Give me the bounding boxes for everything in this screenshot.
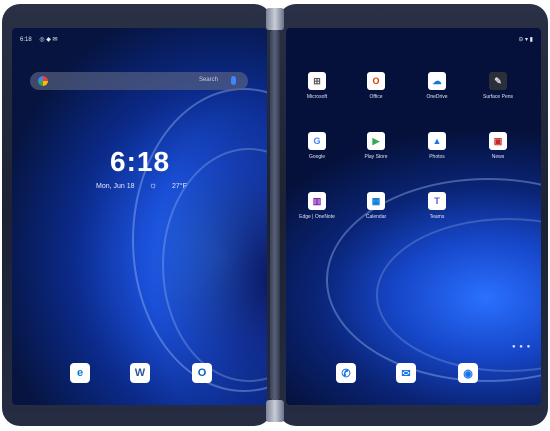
news-icon: ▣ — [489, 132, 507, 150]
hinge-top-knob — [266, 8, 284, 30]
app-calendar[interactable]: ▦ Calendar — [352, 192, 400, 220]
search-placeholder: Search — [198, 77, 218, 83]
sun-weather-icon: ☼ — [149, 180, 158, 190]
photos-glyph: ▲ — [432, 136, 442, 146]
app-surface-pens[interactable]: ✎ Surface Pens — [474, 72, 522, 100]
app-play-store[interactable]: ▶ Play Store — [352, 132, 400, 160]
hinge-bar — [270, 30, 280, 400]
microsoft-glyph: ⊞ — [313, 75, 321, 86]
teams-glyph: T — [434, 196, 440, 206]
edge-glyph: e — [76, 367, 84, 379]
app-google-folder[interactable]: G Google — [293, 132, 341, 160]
news-glyph: ▣ — [493, 135, 503, 146]
app-pair-glyph: ▥ — [312, 195, 322, 206]
surface-pens-icon: ✎ — [489, 72, 507, 90]
calendar-icon: ▦ — [367, 192, 385, 210]
messages-app-icon[interactable]: ✉ — [396, 363, 416, 383]
status-bar-right: ⊝ ▾ ▮ — [518, 36, 533, 43]
google-folder-icon: G — [308, 132, 326, 150]
app-teams[interactable]: T Teams — [413, 192, 461, 220]
system-status-icons: ⊝ ▾ ▮ — [518, 37, 533, 43]
phone-app-icon[interactable]: ✆ — [336, 363, 356, 383]
microsoft-folder-icon: ⊞ — [308, 72, 326, 90]
status-bar-left: 6:18 ◎ ◆ ✉ — [20, 36, 58, 43]
play-store-icon: ▶ — [367, 132, 385, 150]
app-label: Google — [308, 154, 326, 160]
word-app-icon[interactable]: W — [130, 363, 150, 383]
messages-glyph: ✉ — [401, 367, 411, 380]
mic-icon[interactable] — [231, 76, 236, 85]
right-screen: ⊝ ▾ ▮ ⊞ Microsoft O Office ☁ OneDrive ✎ … — [286, 28, 541, 405]
app-label: Edge | OneNote — [299, 214, 335, 220]
google-search-bar[interactable]: Search — [30, 72, 248, 90]
page-indicator[interactable]: ● ● ● — [512, 344, 531, 350]
app-label: Office — [369, 94, 383, 100]
play-store-glyph: ▶ — [372, 135, 380, 146]
app-photos[interactable]: ▲ Photos — [413, 132, 461, 160]
outlook-app-icon[interactable]: O — [192, 363, 212, 383]
app-label: Play Store — [364, 154, 388, 160]
notification-icons: ◎ ◆ ✉ — [39, 37, 58, 43]
app-label: Surface Pens — [482, 94, 514, 100]
surface-duo-device: 6:18 ◎ ◆ ✉ Search 6:18 Mon, Jun 18 ☼ 27°… — [0, 0, 550, 431]
hinge-bottom-knob — [266, 400, 284, 422]
onedrive-glyph: ☁ — [432, 75, 442, 86]
outlook-glyph: O — [197, 367, 207, 379]
surface-pens-glyph: ✎ — [494, 75, 502, 86]
app-news[interactable]: ▣ News — [474, 132, 522, 160]
app-label: News — [491, 154, 505, 160]
photos-icon: ▲ — [428, 132, 446, 150]
onedrive-icon: ☁ — [428, 72, 446, 90]
calendar-glyph: ▦ — [371, 195, 381, 206]
left-screen: 6:18 ◎ ◆ ✉ Search 6:18 Mon, Jun 18 ☼ 27°… — [12, 28, 267, 405]
app-pair-icon: ▥ — [308, 192, 326, 210]
app-edge-onenote-pair[interactable]: ▥ Edge | OneNote — [293, 192, 341, 220]
google-glyph: G — [313, 136, 321, 146]
app-office[interactable]: O Office — [352, 72, 400, 100]
camera-glyph: ◉ — [463, 367, 473, 380]
teams-icon: T — [428, 192, 446, 210]
word-glyph: W — [134, 367, 146, 379]
temperature-label: 27°F — [172, 183, 187, 190]
app-microsoft-folder[interactable]: ⊞ Microsoft — [293, 72, 341, 100]
app-label: Calendar — [365, 214, 387, 220]
google-logo-icon — [38, 76, 48, 86]
clock-widget[interactable]: 6:18 — [110, 146, 170, 178]
device-hinge — [266, 0, 284, 431]
status-time: 6:18 — [20, 37, 32, 43]
date-label: Mon, Jun 18 — [96, 183, 135, 190]
app-label: Photos — [429, 154, 445, 160]
camera-app-icon[interactable]: ◉ — [458, 363, 478, 383]
app-onedrive[interactable]: ☁ OneDrive — [413, 72, 461, 100]
app-label: Microsoft — [306, 94, 328, 100]
edge-app-icon[interactable]: e — [70, 363, 90, 383]
app-label: OneDrive — [426, 94, 448, 100]
phone-glyph: ✆ — [341, 367, 351, 380]
office-icon: O — [367, 72, 385, 90]
office-glyph: O — [372, 76, 380, 86]
app-label: Teams — [429, 214, 445, 220]
